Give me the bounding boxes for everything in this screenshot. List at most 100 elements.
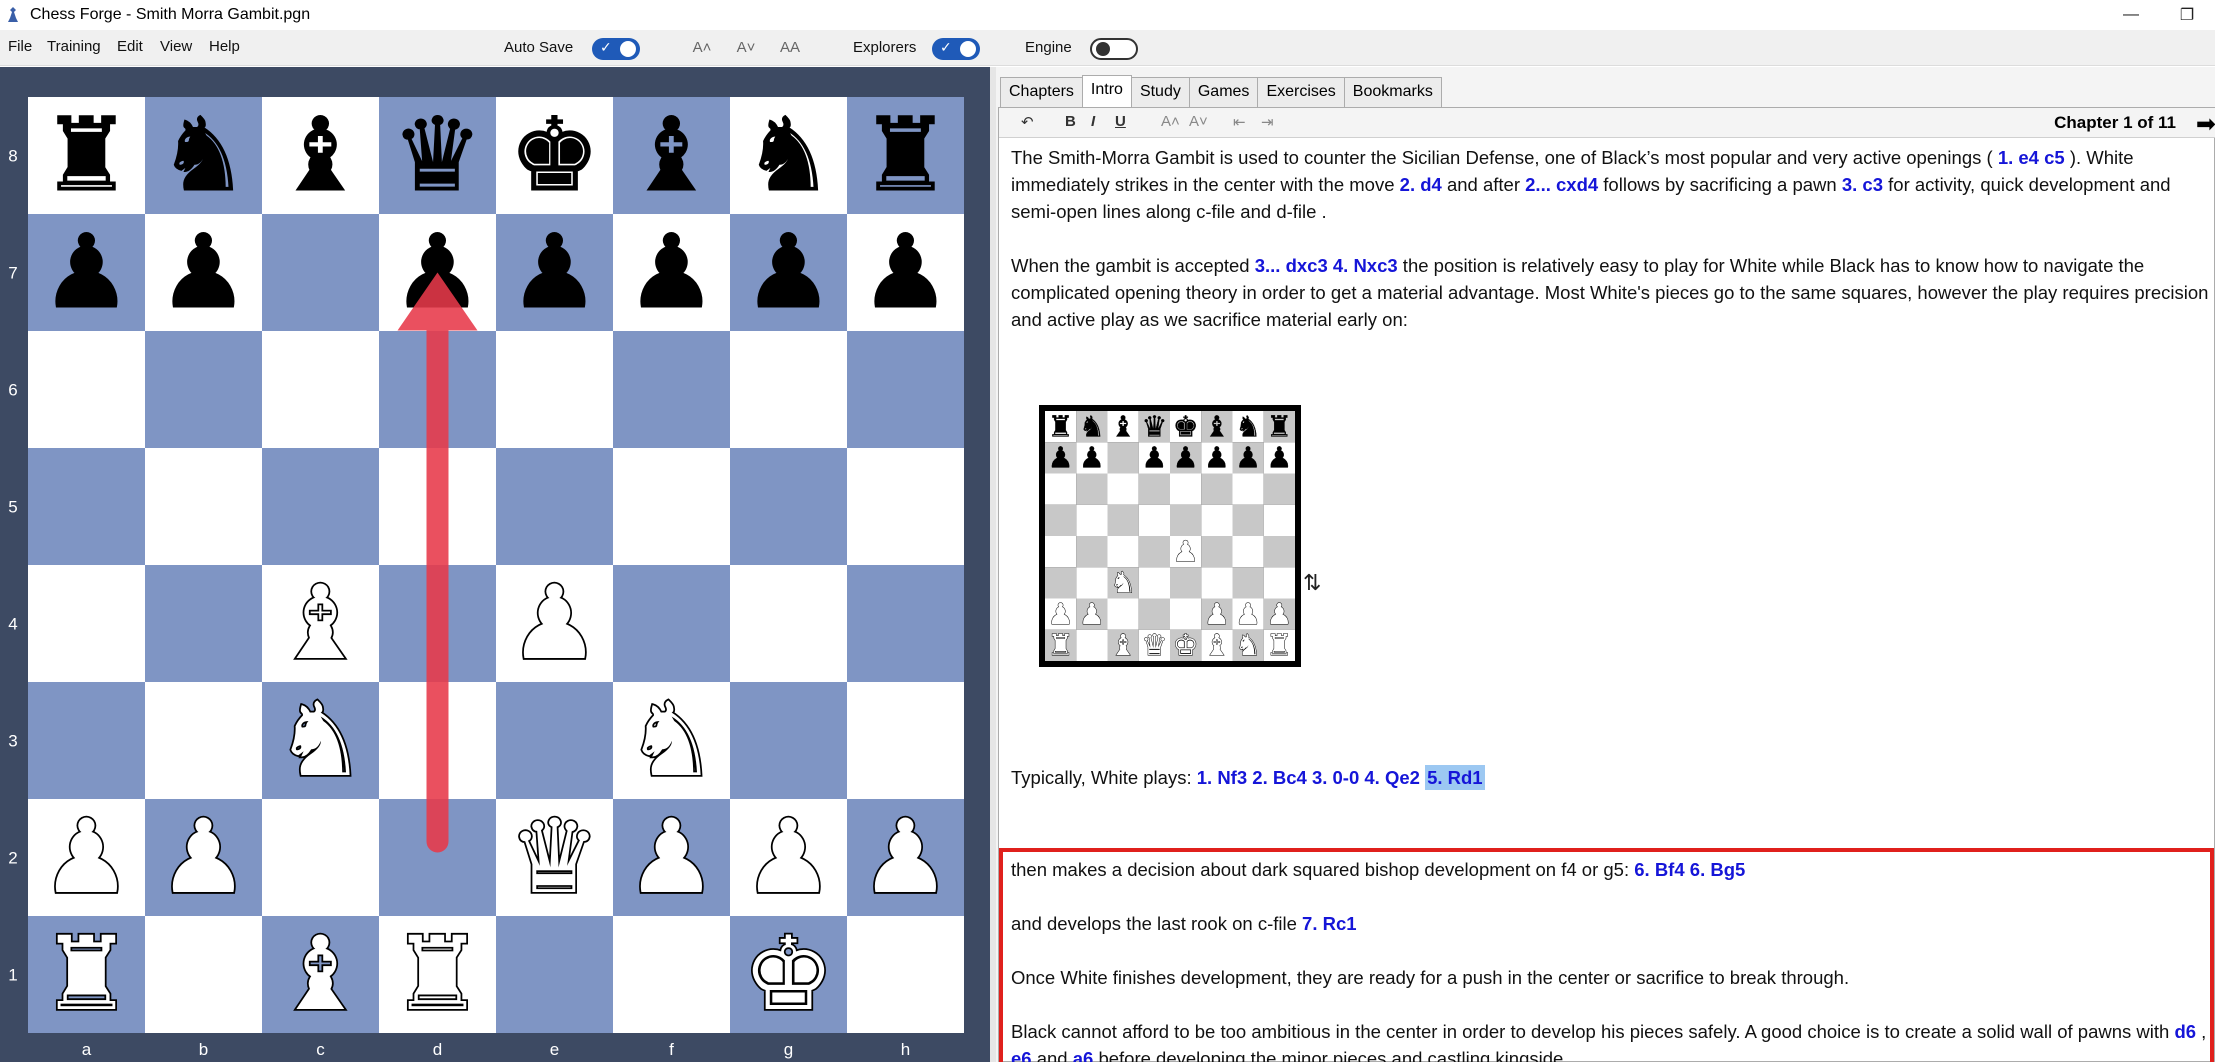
black-bishop-icon[interactable]: ♝ — [1110, 409, 1136, 443]
bold-button[interactable]: B — [1065, 113, 1076, 130]
board-square[interactable] — [262, 214, 379, 331]
underline-button[interactable]: U — [1115, 113, 1126, 130]
move-link[interactable]: 6. Bg5 — [1690, 859, 1746, 880]
board-square[interactable] — [496, 916, 613, 1033]
font-increase-button[interactable]: A˄ — [688, 36, 716, 60]
menu-view[interactable]: View — [160, 38, 192, 55]
black-knight-icon[interactable]: ♞ — [157, 96, 249, 216]
black-pawn-icon[interactable]: ♟ — [1141, 441, 1167, 475]
white-king-icon[interactable]: ♚ — [1172, 628, 1199, 663]
white-bishop-icon[interactable]: ♝ — [273, 562, 368, 685]
move-link[interactable]: 3... dxc3 — [1255, 255, 1328, 276]
move-link[interactable]: 2. d4 — [1400, 174, 1442, 195]
white-pawn-icon[interactable]: ♟ — [858, 796, 953, 919]
white-rook-icon[interactable]: ♜ — [390, 913, 485, 1036]
tab-chapters[interactable]: Chapters — [1000, 77, 1083, 107]
chessboard[interactable]: 87654321abcdefgh♜♞♝♛♚♝♞♜♟♟♟♟♟♟♟♝♟♞♞♟♟♛♟♟… — [0, 67, 990, 1062]
move-link[interactable]: 2. Bc4 — [1252, 767, 1307, 788]
move-link[interactable]: 1. Nf3 — [1197, 767, 1247, 788]
board-square[interactable] — [496, 682, 613, 799]
white-rook-icon[interactable]: ♜ — [1266, 628, 1293, 663]
white-bishop-icon[interactable]: ♝ — [273, 913, 368, 1036]
black-bishop-icon[interactable]: ♝ — [625, 96, 717, 216]
menu-help[interactable]: Help — [209, 38, 240, 55]
move-link[interactable]: 7. Rc1 — [1302, 913, 1357, 934]
black-pawn-icon[interactable]: ♟ — [1204, 441, 1230, 475]
white-rook-icon[interactable]: ♜ — [39, 913, 134, 1036]
menu-file[interactable]: File — [8, 38, 32, 55]
move-link[interactable]: 4. Qe2 — [1364, 767, 1420, 788]
board-square[interactable] — [145, 682, 262, 799]
white-pawn-icon[interactable]: ♟ — [1266, 596, 1293, 631]
black-bishop-icon[interactable]: ♝ — [274, 96, 366, 216]
black-rook-icon[interactable]: ♜ — [1047, 409, 1074, 443]
move-link[interactable]: 2... cxd4 — [1525, 174, 1598, 195]
tab-study[interactable]: Study — [1130, 77, 1190, 107]
flip-board-icon[interactable]: ⇅ — [1303, 570, 1321, 596]
move-link[interactable]: d6 — [2174, 1021, 2196, 1042]
board-square[interactable] — [730, 331, 847, 448]
board-square[interactable] — [28, 682, 145, 799]
next-chapter-arrow-icon[interactable]: ➡ — [2196, 110, 2215, 139]
white-knight-icon[interactable]: ♞ — [273, 679, 368, 802]
black-pawn-icon[interactable]: ♟ — [1172, 441, 1199, 475]
white-rook-icon[interactable]: ♜ — [1047, 628, 1074, 663]
intro-diagram-board[interactable]: ♜ ♞ ♝ ♛ ♚ ♝ ♞ ♜♟ ♟ ♟ ♟ ♟ ♟ ♟♟♞♟ ♟ ♟ ♟ ♟♜ ♝ ♛ ♚ ♝ ♞ ♜ — [1039, 405, 1301, 667]
tab-bookmarks[interactable]: Bookmarks — [1343, 77, 1442, 107]
italic-button[interactable]: I — [1091, 113, 1095, 130]
minimize-button[interactable]: — — [2103, 0, 2159, 30]
menu-edit[interactable]: Edit — [117, 38, 143, 55]
white-pawn-icon[interactable]: ♟ — [507, 562, 602, 685]
board-square[interactable] — [28, 565, 145, 682]
black-king-icon[interactable]: ♚ — [1172, 409, 1199, 443]
board-square[interactable] — [613, 916, 730, 1033]
board-square[interactable] — [847, 682, 964, 799]
move-link[interactable]: 6. Bf4 — [1634, 859, 1684, 880]
white-knight-icon[interactable]: ♞ — [1110, 565, 1137, 600]
white-pawn-icon[interactable]: ♟ — [1203, 596, 1230, 631]
white-pawn-icon[interactable]: ♟ — [624, 796, 719, 919]
white-pawn-icon[interactable]: ♟ — [39, 796, 134, 919]
black-pawn-icon[interactable]: ♟ — [1266, 441, 1292, 475]
black-rook-icon[interactable]: ♜ — [1266, 409, 1292, 443]
white-knight-icon[interactable]: ♞ — [624, 679, 719, 802]
black-pawn-icon[interactable]: ♟ — [1235, 441, 1261, 475]
move-link[interactable]: e6 — [1011, 1048, 1032, 1062]
outdent-button[interactable]: ⇤ — [1233, 113, 1246, 131]
tab-intro[interactable]: Intro — [1081, 75, 1132, 107]
black-pawn-icon[interactable]: ♟ — [508, 213, 600, 333]
white-pawn-icon[interactable]: ♟ — [1078, 596, 1105, 631]
board-square[interactable] — [730, 565, 847, 682]
board-square[interactable] — [613, 448, 730, 565]
black-queen-icon[interactable]: ♛ — [1141, 409, 1167, 443]
white-pawn-icon[interactable]: ♟ — [1235, 596, 1262, 631]
black-pawn-icon[interactable]: ♟ — [157, 213, 249, 333]
move-link[interactable]: 3. 0-0 — [1312, 767, 1359, 788]
white-king-icon[interactable]: ♚ — [741, 913, 836, 1036]
intro-text-highlighted[interactable]: then makes a decision about dark squared… — [1011, 856, 2211, 1062]
black-knight-icon[interactable]: ♞ — [1235, 409, 1261, 443]
white-pawn-icon[interactable]: ♟ — [741, 796, 836, 919]
board-square[interactable] — [847, 448, 964, 565]
board-square[interactable] — [496, 331, 613, 448]
black-rook-icon[interactable]: ♜ — [40, 96, 132, 216]
board-square[interactable] — [145, 916, 262, 1033]
board-square[interactable] — [847, 565, 964, 682]
black-knight-icon[interactable]: ♞ — [742, 96, 834, 216]
move-link[interactable]: 1. e4 — [1998, 147, 2039, 168]
black-pawn-icon[interactable]: ♟ — [742, 213, 834, 333]
board-square[interactable] — [847, 331, 964, 448]
menu-training[interactable]: Training — [47, 38, 101, 55]
explorers-toggle[interactable]: ✓ — [932, 38, 980, 60]
tab-exercises[interactable]: Exercises — [1257, 77, 1345, 107]
board-square[interactable] — [613, 331, 730, 448]
black-knight-icon[interactable]: ♞ — [1079, 409, 1105, 443]
move-link[interactable]: c5 — [2044, 147, 2065, 168]
board-square[interactable] — [847, 916, 964, 1033]
font-fixed-size-button[interactable]: AA — [776, 36, 804, 60]
engine-toggle[interactable] — [1090, 38, 1138, 60]
board-square[interactable] — [28, 331, 145, 448]
font-decrease-button[interactable]: A˅ — [732, 36, 760, 60]
black-queen-icon[interactable]: ♛ — [391, 96, 483, 216]
board-square[interactable] — [730, 448, 847, 565]
